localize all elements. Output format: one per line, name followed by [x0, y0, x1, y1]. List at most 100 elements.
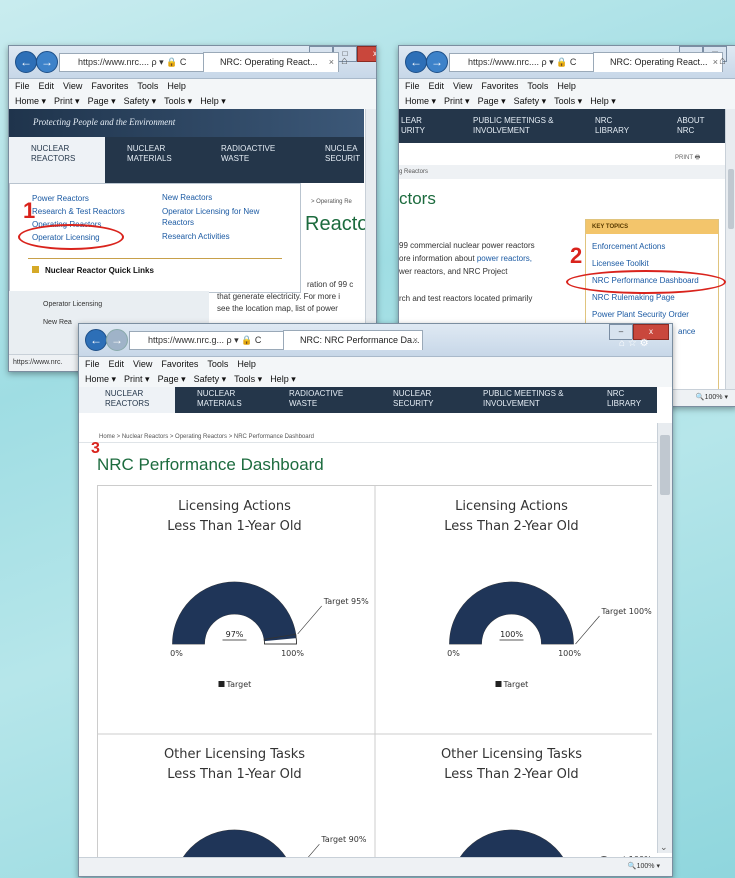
cmd-page[interactable]: Page ▾: [478, 96, 506, 106]
browser-tab[interactable]: NRC: Operating React... ×: [593, 52, 723, 72]
forward-button[interactable]: →: [106, 329, 128, 351]
forward-button[interactable]: →: [426, 51, 448, 73]
browser-tab[interactable]: NRC: NRC Performance Da... ×: [283, 330, 423, 350]
gauge-max-label: 100%: [558, 649, 581, 658]
nav-nuclear-reactors[interactable]: NUCLEAR REACTORS: [9, 137, 105, 183]
cmd-tools[interactable]: Tools ▾: [164, 96, 192, 106]
cmd-safety[interactable]: Safety ▾: [514, 96, 547, 106]
nav-nrc-library[interactable]: NRC LIBRARY: [607, 387, 641, 415]
menu-favorites[interactable]: Favorites: [91, 81, 128, 91]
close-tab-icon[interactable]: ×: [329, 53, 334, 72]
gauge-title-line2: Less Than 2-Year Old: [444, 519, 578, 534]
menu-tools[interactable]: Tools: [207, 359, 228, 369]
menu-file[interactable]: File: [405, 81, 420, 91]
gauge-title-line1: Other Licensing Tasks: [441, 747, 582, 762]
cmd-help[interactable]: Help ▾: [590, 96, 616, 106]
back-button[interactable]: ←: [85, 329, 107, 351]
menu-edit[interactable]: Edit: [39, 81, 55, 91]
nav-nuclear-security[interactable]: LEAR URITY: [401, 109, 425, 150]
quick-links[interactable]: Nuclear Reactor Quick Links: [32, 266, 154, 275]
scroll-thumb[interactable]: [660, 435, 670, 495]
scroll-down-icon[interactable]: ⌄: [660, 842, 668, 853]
main-nav: NUCLEAR REACTORS NUCLEAR MATERIALS RADIOAC…: [9, 137, 364, 183]
browser-tab[interactable]: NRC: Operating React... ×: [203, 52, 339, 72]
address-bar[interactable]: https://www.nrc.... ρ ▾ 🔒 C: [449, 53, 609, 72]
menu-edit[interactable]: Edit: [429, 81, 445, 91]
address-bar[interactable]: https://www.nrc.... ρ ▾ 🔒 C: [59, 53, 219, 72]
menu-view[interactable]: View: [133, 359, 152, 369]
gauge-value-arc: [459, 830, 564, 858]
power-reactors-link[interactable]: power reactors,: [477, 254, 532, 263]
cmd-print[interactable]: Print ▾: [124, 374, 150, 384]
cmd-home[interactable]: Home ▾: [15, 96, 46, 106]
legend-label: Target: [226, 680, 252, 689]
nav-nuclear-materials[interactable]: NUCLEAR MATERIALS: [197, 387, 242, 415]
menu-tools[interactable]: Tools: [137, 81, 158, 91]
cmd-help[interactable]: Help ▾: [200, 96, 226, 106]
cmd-tools[interactable]: Tools ▾: [554, 96, 582, 106]
gear-icon[interactable]: ⚙: [640, 338, 649, 349]
subnav-new-reactors[interactable]: New Rea: [43, 319, 72, 326]
menu-research-test-reactors[interactable]: Research & Test Reactors: [32, 205, 125, 218]
cmd-print[interactable]: Print ▾: [444, 96, 470, 106]
home-icon[interactable]: ⌂: [619, 338, 625, 349]
home-icon[interactable]: ⌂: [341, 55, 348, 67]
nav-radioactive-waste[interactable]: RADIOACTIVE WASTE: [289, 387, 343, 415]
menu-file[interactable]: File: [85, 359, 100, 369]
star-icon[interactable]: ☆: [628, 338, 637, 349]
close-tab-icon[interactable]: ×: [713, 53, 718, 72]
subnav-operator-licensing[interactable]: Operator Licensing: [43, 301, 102, 308]
menu-tools[interactable]: Tools: [527, 81, 548, 91]
home-icon[interactable]: ⌂: [719, 55, 726, 67]
back-button[interactable]: ←: [405, 51, 427, 73]
menu-view[interactable]: View: [63, 81, 82, 91]
print-link[interactable]: PRINT 🖶: [675, 153, 700, 163]
scroll-thumb[interactable]: [728, 169, 734, 229]
menu-help[interactable]: Help: [237, 359, 256, 369]
cmd-tools[interactable]: Tools ▾: [234, 374, 262, 384]
menu-new-reactors[interactable]: New Reactors: [162, 192, 272, 203]
vertical-scrollbar[interactable]: [365, 109, 376, 355]
cmd-page[interactable]: Page ▾: [158, 374, 186, 384]
close-tab-icon[interactable]: ×: [413, 331, 418, 350]
nav-nuclear-security[interactable]: NUCLEA SECURIT: [325, 137, 360, 190]
toolbar-icons: ⌂ ☆ ⚙: [619, 338, 649, 349]
zoom-level[interactable]: 🔍100% ▾: [696, 393, 728, 401]
menu-power-reactors[interactable]: Power Reactors: [32, 192, 125, 205]
close-button[interactable]: x: [357, 46, 376, 62]
menu-favorites[interactable]: Favorites: [481, 81, 518, 91]
cmd-home[interactable]: Home ▾: [405, 96, 436, 106]
cmd-safety[interactable]: Safety ▾: [124, 96, 157, 106]
cmd-page[interactable]: Page ▾: [88, 96, 116, 106]
highlight-performance-dashboard: [566, 270, 726, 294]
topic-enforcement-actions[interactable]: Enforcement Actions: [592, 238, 718, 255]
nav-nuclear-reactors[interactable]: NUCLEAR REACTORS: [79, 387, 175, 413]
menu-edit[interactable]: Edit: [109, 359, 125, 369]
gauge-title-line2: Less Than 1-Year Old: [167, 767, 301, 782]
cmd-home[interactable]: Home ▾: [85, 374, 116, 384]
cmd-safety[interactable]: Safety ▾: [194, 374, 227, 384]
nav-public-meetings[interactable]: PUBLIC MEETINGS & INVOLVEMENT: [473, 109, 553, 150]
menu-file[interactable]: File: [15, 81, 30, 91]
back-button[interactable]: ←: [15, 51, 37, 73]
nav-about-nrc[interactable]: ABOUT NRC: [677, 109, 705, 150]
vertical-scrollbar[interactable]: [725, 109, 735, 389]
menu-view[interactable]: View: [453, 81, 472, 91]
menu-bar: File Edit View Favorites Tools Help: [399, 79, 735, 94]
gauge-value-label: 97%: [226, 630, 244, 639]
topic-power-plant-security-order[interactable]: Power Plant Security Order: [592, 306, 718, 323]
nav-public-meetings[interactable]: PUBLIC MEETINGS & INVOLVEMENT: [483, 387, 563, 415]
nav-nuclear-security[interactable]: NUCLEAR SECURITY: [393, 387, 433, 415]
cmd-print[interactable]: Print ▾: [54, 96, 80, 106]
vertical-scrollbar[interactable]: ⌄: [657, 423, 672, 853]
forward-button[interactable]: →: [36, 51, 58, 73]
menu-research-activities[interactable]: Research Activities: [162, 231, 272, 242]
address-bar[interactable]: https://www.nrc.g... ρ ▾ 🔒 C: [129, 331, 299, 350]
menu-favorites[interactable]: Favorites: [161, 359, 198, 369]
cmd-help[interactable]: Help ▾: [270, 374, 296, 384]
menu-help[interactable]: Help: [167, 81, 186, 91]
zoom-level[interactable]: 🔍100% ▾: [628, 862, 660, 870]
nav-nrc-library[interactable]: NRC LIBRARY: [595, 109, 629, 150]
menu-operator-licensing-new[interactable]: Operator Licensing for New Reactors: [162, 206, 272, 228]
menu-help[interactable]: Help: [557, 81, 576, 91]
